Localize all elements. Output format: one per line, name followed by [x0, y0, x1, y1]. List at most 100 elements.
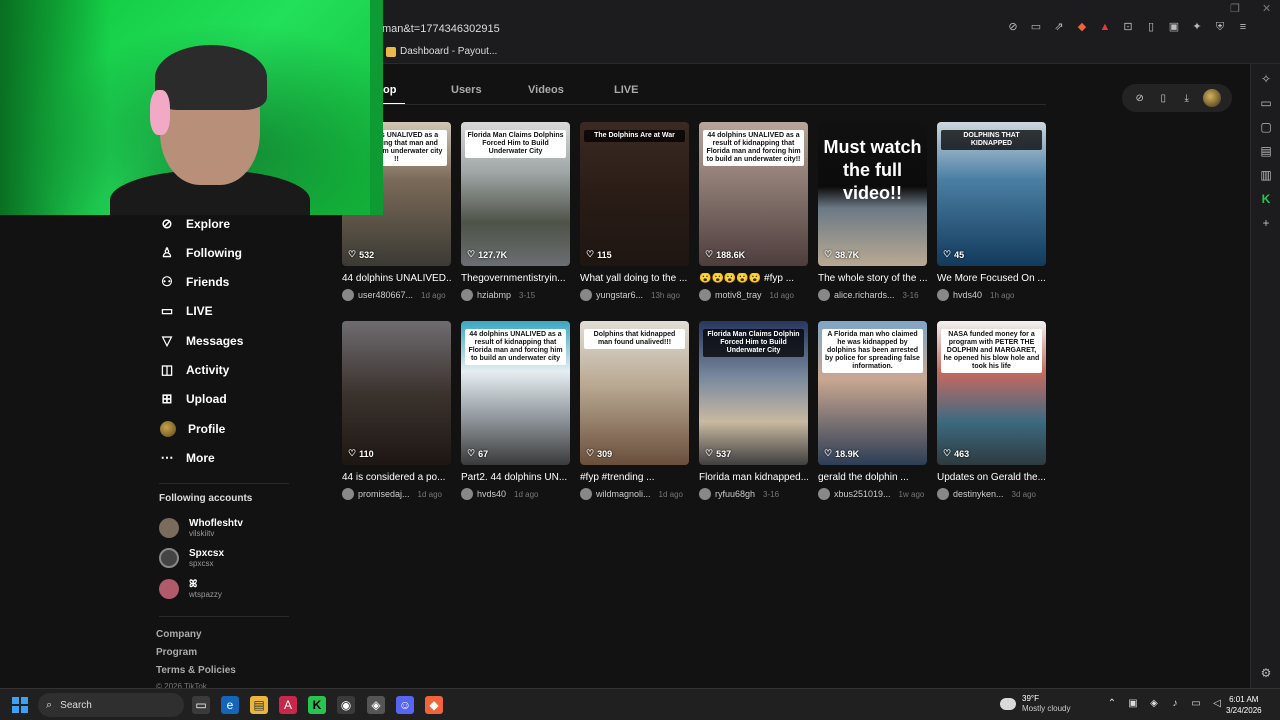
tab-users[interactable]: Users: [451, 84, 528, 96]
wallet-icon[interactable]: ▣: [1167, 20, 1181, 34]
avatar[interactable]: [461, 289, 473, 301]
avatar[interactable]: [699, 488, 711, 500]
kick-icon[interactable]: K: [1259, 192, 1273, 206]
video-thumbnail[interactable]: Must watch the full video!! ♡ 38.7K: [818, 122, 927, 266]
video-title[interactable]: Updates on Gerald the...: [937, 472, 1046, 483]
avatar[interactable]: [342, 488, 354, 500]
share-icon[interactable]: ⇗: [1052, 20, 1066, 34]
weather-widget[interactable]: 39°F Mostly cloudy: [1000, 694, 1070, 714]
microphone-icon[interactable]: ♪: [1169, 698, 1181, 709]
video-title[interactable]: 😮😮😮😮😮 #fyp ...: [699, 273, 808, 284]
avatar[interactable]: [818, 488, 830, 500]
bookmarks-icon[interactable]: ▤: [1259, 144, 1273, 158]
avatar[interactable]: [580, 488, 592, 500]
video-title[interactable]: #fyp #trending ...: [580, 472, 689, 483]
leo-icon[interactable]: ✦: [1190, 20, 1204, 34]
download-icon[interactable]: ⤓: [1180, 93, 1194, 104]
video-thumbnail[interactable]: 44 dolphins UNALIVED as a result of kidn…: [461, 321, 570, 465]
discord-icon[interactable]: ☺: [396, 696, 414, 714]
footer-company[interactable]: Company: [156, 629, 202, 640]
tray-app-icon[interactable]: ▣: [1127, 698, 1139, 709]
add-panel-icon[interactable]: +: [1259, 216, 1273, 230]
chevron-up-icon[interactable]: ⌃: [1106, 698, 1118, 709]
volume-icon[interactable]: ◁: [1211, 698, 1223, 709]
video-author[interactable]: hvds40: [953, 290, 982, 300]
bookmark-dashboard[interactable]: Dashboard - Payout...: [386, 46, 497, 57]
video-author[interactable]: yungstar6...: [596, 290, 643, 300]
settings-icon[interactable]: ⚙: [1259, 666, 1273, 680]
video-title[interactable]: Thegovernmentistryin...: [461, 273, 570, 284]
kick-icon[interactable]: K: [308, 696, 326, 714]
video-thumbnail[interactable]: Dolphins that kidnapped man found unaliv…: [580, 321, 689, 465]
tab-videos[interactable]: Videos: [528, 84, 614, 96]
video-thumbnail[interactable]: The Dolphins Are at War ♡ 115: [580, 122, 689, 266]
restore-icon[interactable]: ❐: [1230, 2, 1240, 15]
video-thumbnail[interactable]: 44 dolphins UNALIVED as a result of kidn…: [699, 122, 808, 266]
file-explorer-icon[interactable]: ▤: [250, 696, 268, 714]
url-text[interactable]: man&t=1774346302915: [382, 23, 500, 35]
nav-messages[interactable]: ▽ Messages: [160, 334, 243, 349]
avatar[interactable]: [937, 488, 949, 500]
avatar[interactable]: [342, 289, 354, 301]
brave-shield-icon[interactable]: ◆: [1075, 20, 1089, 34]
avatar[interactable]: [461, 488, 473, 500]
brave-rewards-icon[interactable]: ▲: [1098, 20, 1112, 34]
video-author[interactable]: hziabmp: [477, 290, 511, 300]
user-avatar[interactable]: [1203, 89, 1222, 107]
nav-profile[interactable]: Profile: [160, 421, 225, 437]
video-author[interactable]: wildmagnoli...: [596, 489, 651, 499]
tab-icon[interactable]: ▢: [1259, 120, 1273, 134]
sidebar-toggle-icon[interactable]: ▯: [1144, 20, 1158, 34]
obs-icon[interactable]: ◉: [337, 696, 355, 714]
nav-friends[interactable]: ⚇ Friends: [160, 275, 229, 290]
nav-explore[interactable]: ⊘ Explore: [160, 217, 230, 232]
footer-terms[interactable]: Terms & Policies: [156, 665, 236, 676]
video-author[interactable]: alice.richards...: [834, 290, 895, 300]
video-thumbnail[interactable]: ♡ 110: [342, 321, 451, 465]
nav-live[interactable]: ▭ LIVE: [160, 304, 213, 319]
compass-icon[interactable]: ⊘: [1133, 93, 1147, 104]
avatar[interactable]: [699, 289, 711, 301]
video-title[interactable]: Florida man kidnapped...: [699, 472, 808, 483]
vpn-icon[interactable]: ⛨: [1213, 20, 1227, 34]
nav-more[interactable]: ⋯ More: [160, 451, 215, 466]
avatar[interactable]: [580, 289, 592, 301]
task-view-icon[interactable]: ▭: [192, 696, 210, 714]
device-icon[interactable]: ▯: [1156, 93, 1170, 104]
video-author[interactable]: hvds40: [477, 489, 506, 499]
account-item[interactable]: Whofleshtv vilskiitv: [159, 518, 243, 538]
leo-ai-icon[interactable]: ✧: [1259, 72, 1273, 86]
account-item[interactable]: ꕤ wtspazzy: [159, 579, 222, 599]
nav-following[interactable]: ♙ Following: [160, 246, 242, 261]
video-author[interactable]: motiv8_tray: [715, 290, 762, 300]
start-button[interactable]: [12, 697, 28, 713]
video-thumbnail[interactable]: DOLPHINS THAT KIDNAPPED ♡ 45: [937, 122, 1046, 266]
screenshot-icon[interactable]: ⊡: [1121, 20, 1135, 34]
video-thumbnail[interactable]: A Florida man who claimed he was kidnapp…: [818, 321, 927, 465]
network-icon[interactable]: ▭: [1190, 698, 1202, 709]
edge-icon[interactable]: e: [221, 696, 239, 714]
account-item[interactable]: Spxcsx spxcsx: [159, 548, 224, 568]
video-title[interactable]: We More Focused On ...: [937, 273, 1046, 284]
tab-top[interactable]: op: [383, 84, 451, 96]
brave-icon[interactable]: ◆: [425, 696, 443, 714]
video-title[interactable]: The whole story of the ...: [818, 273, 927, 284]
wallet-icon[interactable]: ▭: [1259, 96, 1273, 110]
avatar[interactable]: [937, 289, 949, 301]
video-title[interactable]: What yall doing to the ...: [580, 273, 689, 284]
video-thumbnail[interactable]: Florida Man Claims Dolphin Forced Him to…: [699, 321, 808, 465]
capture-app-icon[interactable]: ◈: [367, 696, 385, 714]
tray-app-icon[interactable]: ◈: [1148, 698, 1160, 709]
video-title[interactable]: gerald the dolphin ...: [818, 472, 927, 483]
close-icon[interactable]: ✕: [1262, 2, 1271, 15]
reading-list-icon[interactable]: ▥: [1259, 168, 1273, 182]
video-author[interactable]: ryfuu68gh: [715, 489, 755, 499]
taskbar-search[interactable]: ⌕ Search: [38, 693, 184, 717]
nav-upload[interactable]: ⊞ Upload: [160, 392, 227, 407]
footer-program[interactable]: Program: [156, 647, 197, 658]
video-title[interactable]: Part2. 44 dolphins UN...: [461, 472, 570, 483]
tab-live[interactable]: LIVE: [614, 84, 654, 96]
menu-icon[interactable]: ≡: [1236, 20, 1250, 34]
nav-activity[interactable]: ◫ Activity: [160, 363, 230, 378]
clock[interactable]: 6:01 AM 3/24/2026: [1226, 694, 1262, 716]
